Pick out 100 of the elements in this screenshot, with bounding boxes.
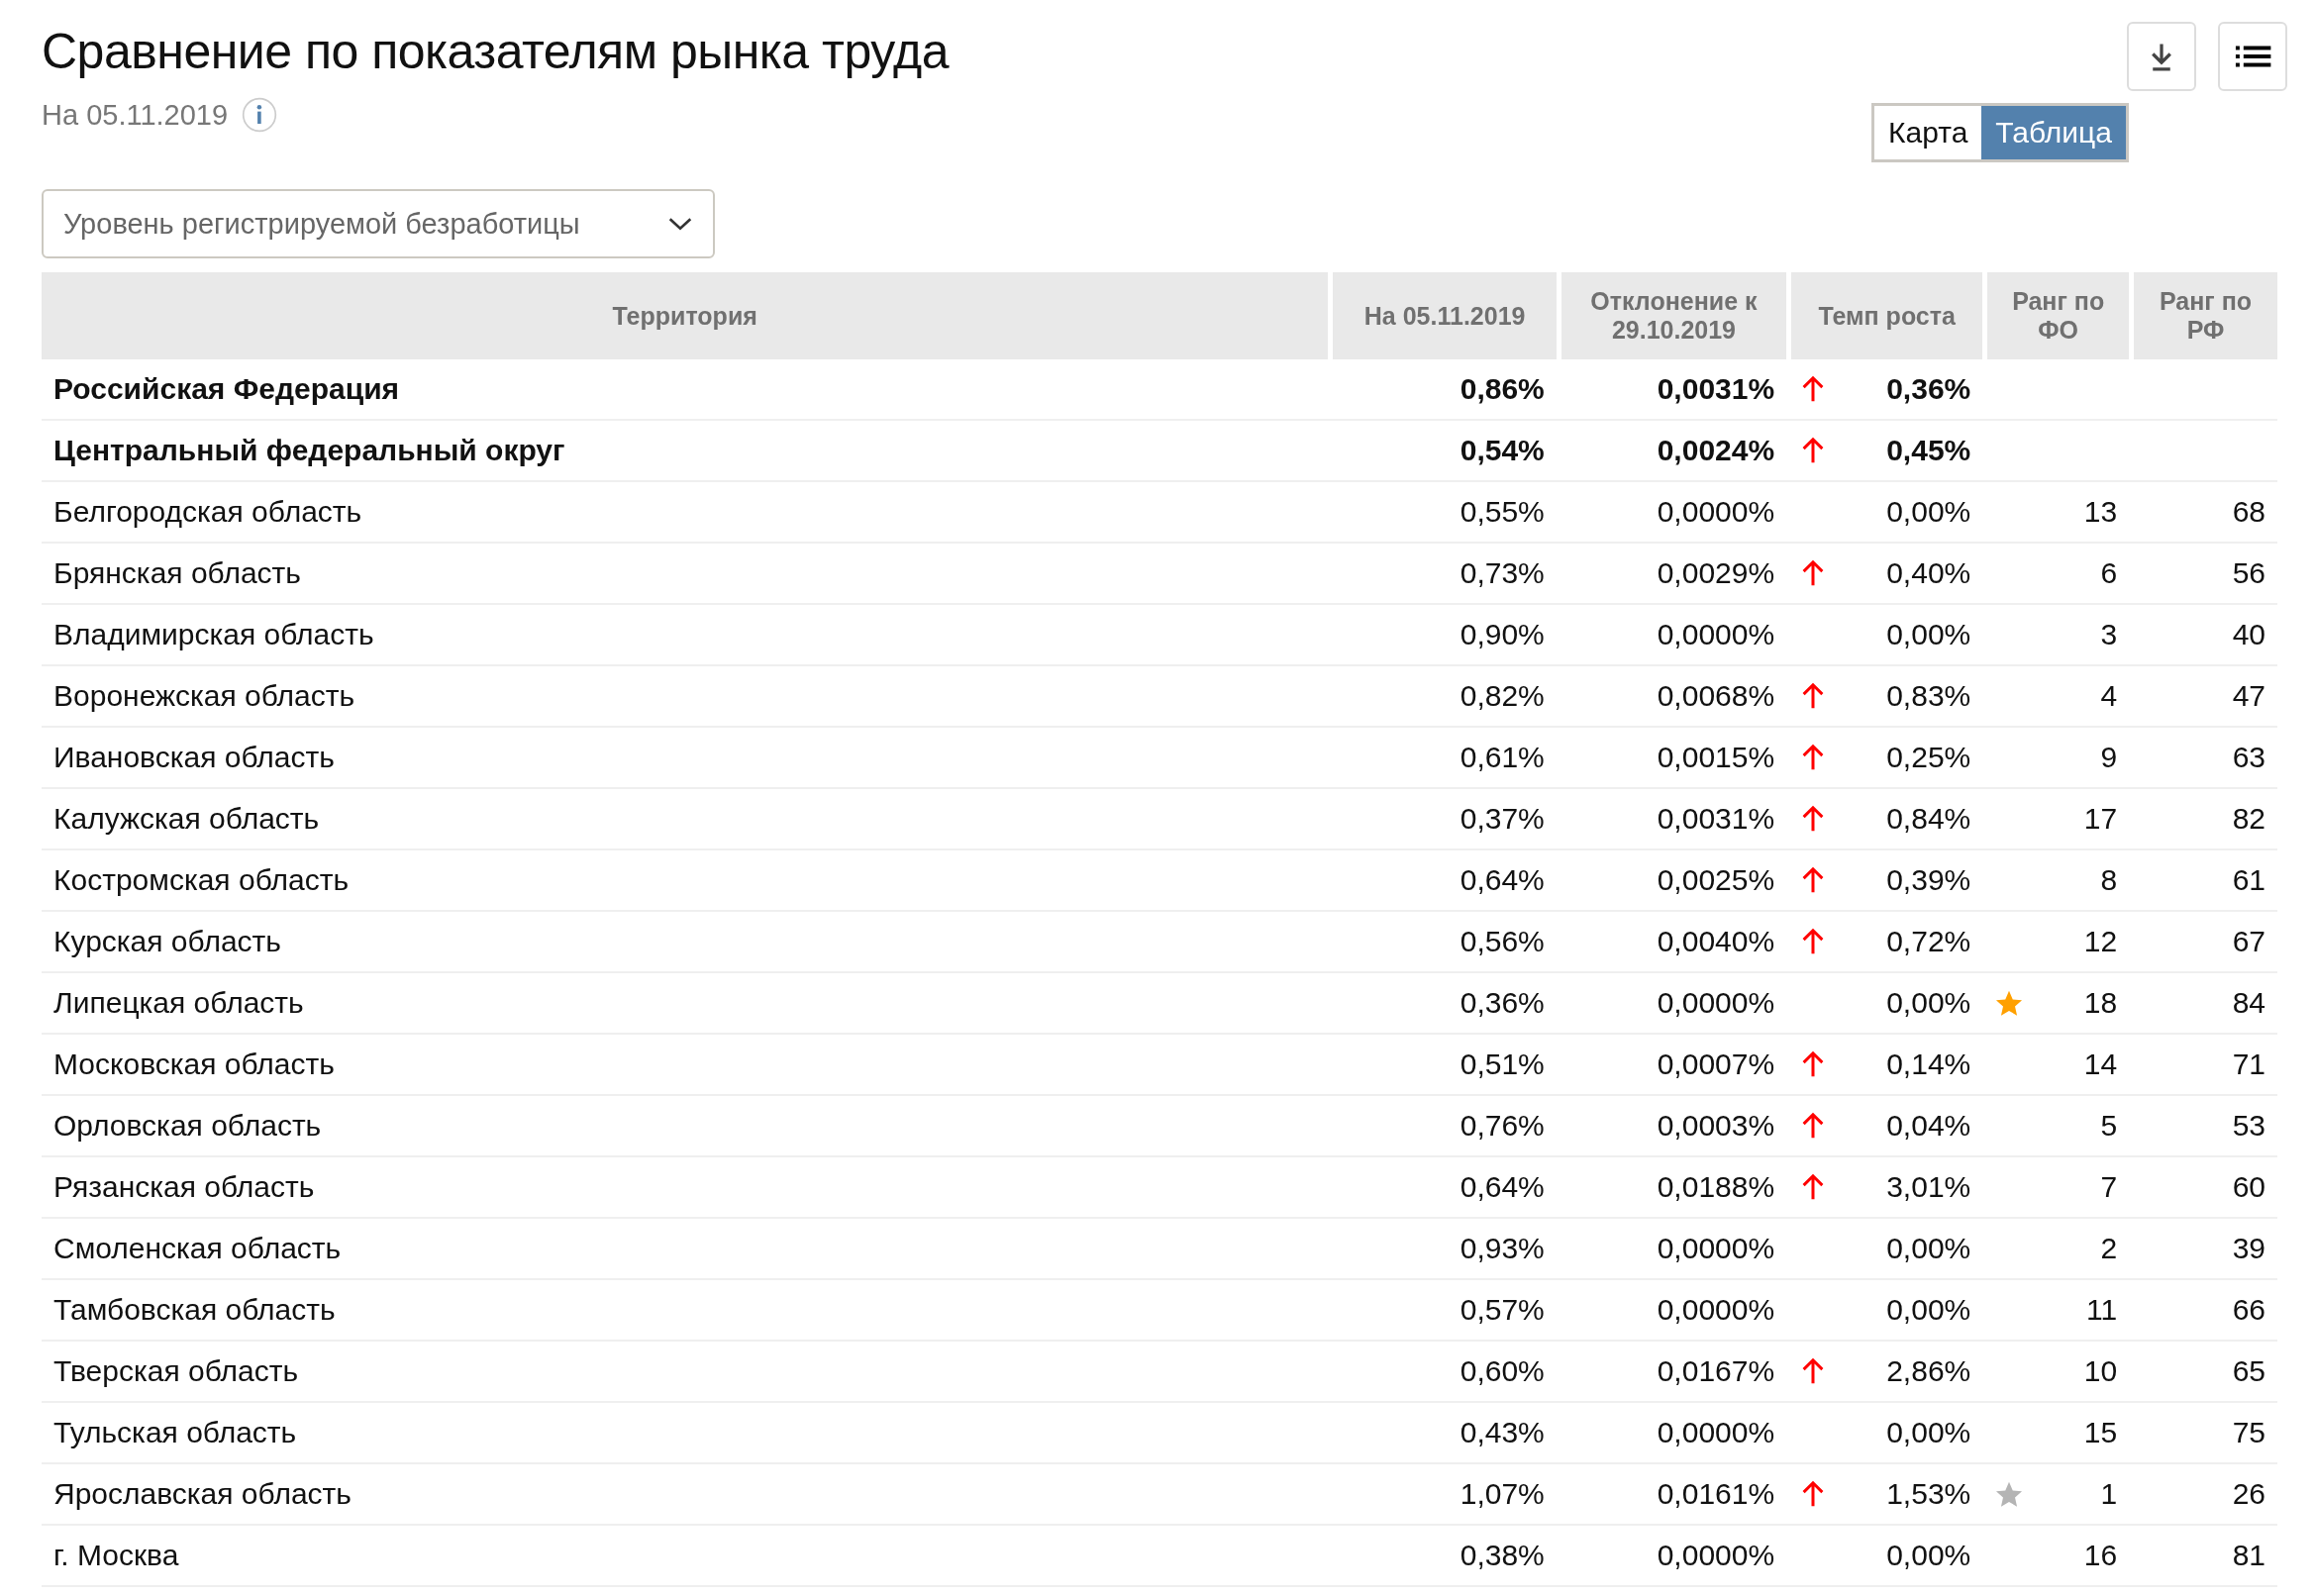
value-cell: 0,37% <box>1328 789 1557 850</box>
rank-value: 7 <box>2100 1170 2118 1204</box>
rank-cell: 71 <box>2129 1035 2277 1096</box>
rank-cell: 65 <box>2129 1342 2277 1403</box>
growth-value: 0,04% <box>1886 1109 1971 1143</box>
value-cell: 0,64% <box>1328 1157 1557 1219</box>
value-cell: 0,73% <box>1328 544 1557 605</box>
deviation-cell: 0,0000% <box>1556 1526 1787 1587</box>
growth-value: 0,00% <box>1886 1232 1971 1265</box>
rank-value: 13 <box>2083 495 2118 529</box>
list-button[interactable] <box>2218 22 2287 91</box>
growth-value: 0,00% <box>1886 986 1971 1020</box>
growth-value: 0,72% <box>1886 925 1971 958</box>
growth-value: 0,00% <box>1886 1293 1971 1327</box>
rank-value: 15 <box>2083 1416 2118 1449</box>
rank-cell: 47 <box>2129 666 2277 728</box>
value-cell: 0,86% <box>1328 359 1557 421</box>
value-cell: 1,07% <box>1328 1464 1557 1526</box>
growth-value: 0,25% <box>1886 741 1971 774</box>
rank-value: 4 <box>2100 679 2118 713</box>
rank-value: 3 <box>2100 618 2118 651</box>
growth-value: 3,01% <box>1886 1170 1971 1204</box>
deviation-cell: 0,0015% <box>1556 728 1787 789</box>
value-cell: 0,64% <box>1328 850 1557 912</box>
territory-cell: Орловская область <box>42 1096 1329 1157</box>
territory-cell: Тамбовская область <box>42 1280 1329 1342</box>
rank-value: 14 <box>2083 1047 2118 1081</box>
growth-value: 0,00% <box>1886 1539 1971 1572</box>
growth-value: 0,00% <box>1886 1416 1971 1449</box>
rank-value: 12 <box>2083 925 2118 958</box>
value-cell: 0,38% <box>1328 1526 1557 1587</box>
rank-cell: 60 <box>2129 1157 2277 1219</box>
date-label: На 05.11.2019 <box>42 98 229 132</box>
growth-value: 2,86% <box>1886 1354 1971 1388</box>
deviation-cell: 0,0068% <box>1556 666 1787 728</box>
deviation-cell: 0,0188% <box>1556 1157 1787 1219</box>
value-cell: 0,43% <box>1328 1403 1557 1464</box>
territory-cell: Костромская область <box>42 850 1329 912</box>
territory-cell: Центральный федеральный округ <box>42 421 1329 482</box>
rank-cell: 53 <box>2129 1096 2277 1157</box>
growth-value: 0,39% <box>1886 863 1971 897</box>
deviation-cell: 0,0000% <box>1556 1403 1787 1464</box>
rank-cell: 40 <box>2129 605 2277 666</box>
deviation-cell: 0,0000% <box>1556 1219 1787 1280</box>
rank-cell: 67 <box>2129 912 2277 973</box>
growth-value: 0,00% <box>1886 618 1971 651</box>
value-cell: 0,57% <box>1328 1280 1557 1342</box>
value-cell: 0,61% <box>1328 728 1557 789</box>
info-icon <box>242 97 278 133</box>
rank-cell: 68 <box>2129 482 2277 544</box>
territory-cell: Курская область <box>42 912 1329 973</box>
value-cell: 0,56% <box>1328 912 1557 973</box>
deviation-cell: 0,0000% <box>1556 1280 1787 1342</box>
rank-value: 5 <box>2100 1109 2118 1143</box>
territory-cell: Московская область <box>42 1035 1329 1096</box>
column-header: Территория <box>42 272 1329 359</box>
territory-cell: Рязанская область <box>42 1157 1329 1219</box>
deviation-cell: 0,0007% <box>1556 1035 1787 1096</box>
rank-cell: 75 <box>2129 1403 2277 1464</box>
deviation-cell: 0,0003% <box>1556 1096 1787 1157</box>
deviation-cell: 0,0167% <box>1556 1342 1787 1403</box>
growth-value: 0,36% <box>1886 372 1971 406</box>
rank-value: 1 <box>2100 1477 2118 1511</box>
growth-value: 0,14% <box>1886 1047 1971 1081</box>
rank-cell: 63 <box>2129 728 2277 789</box>
value-cell: 0,60% <box>1328 1342 1557 1403</box>
growth-value: 0,45% <box>1886 434 1971 467</box>
deviation-cell: 0,0024% <box>1556 421 1787 482</box>
value-cell: 0,93% <box>1328 1219 1557 1280</box>
deviation-cell: 0,0031% <box>1556 359 1787 421</box>
territory-cell: Ярославская область <box>42 1464 1329 1526</box>
page-title: Сравнение по показателям рынка труда <box>42 23 949 81</box>
growth-value: 0,83% <box>1886 679 1971 713</box>
value-cell: 0,54% <box>1328 421 1557 482</box>
territory-cell: Тверская область <box>42 1342 1329 1403</box>
value-cell: 0,82% <box>1328 666 1557 728</box>
rank-value: 6 <box>2100 556 2118 590</box>
rank-value: 8 <box>2100 863 2118 897</box>
indicator-dropdown[interactable]: Уровень регистрируемой безработицы <box>42 189 715 258</box>
rank-value: 9 <box>2100 741 2118 774</box>
download-button[interactable] <box>2127 22 2196 91</box>
growth-value: 1,53% <box>1886 1477 1971 1511</box>
value-cell: 0,55% <box>1328 482 1557 544</box>
territory-cell: Калужская область <box>42 789 1329 850</box>
deviation-cell: 0,0000% <box>1556 605 1787 666</box>
growth-value: 0,40% <box>1886 556 1971 590</box>
rank-cell: 26 <box>2129 1464 2277 1526</box>
value-cell: 0,51% <box>1328 1035 1557 1096</box>
view-tab[interactable]: Таблица <box>1981 106 2126 159</box>
value-cell: 0,36% <box>1328 973 1557 1035</box>
rank-value: 2 <box>2100 1232 2118 1265</box>
deviation-cell: 0,0040% <box>1556 912 1787 973</box>
growth-value: 0,00% <box>1886 495 1971 529</box>
territory-cell: г. Москва <box>42 1526 1329 1587</box>
territory-cell: Ивановская область <box>42 728 1329 789</box>
territory-cell: Российская Федерация <box>42 359 1329 421</box>
territory-cell: Смоленская область <box>42 1219 1329 1280</box>
deviation-cell: 0,0025% <box>1556 850 1787 912</box>
territory-cell: Белгородская область <box>42 482 1329 544</box>
rank-cell: 81 <box>2129 1526 2277 1587</box>
